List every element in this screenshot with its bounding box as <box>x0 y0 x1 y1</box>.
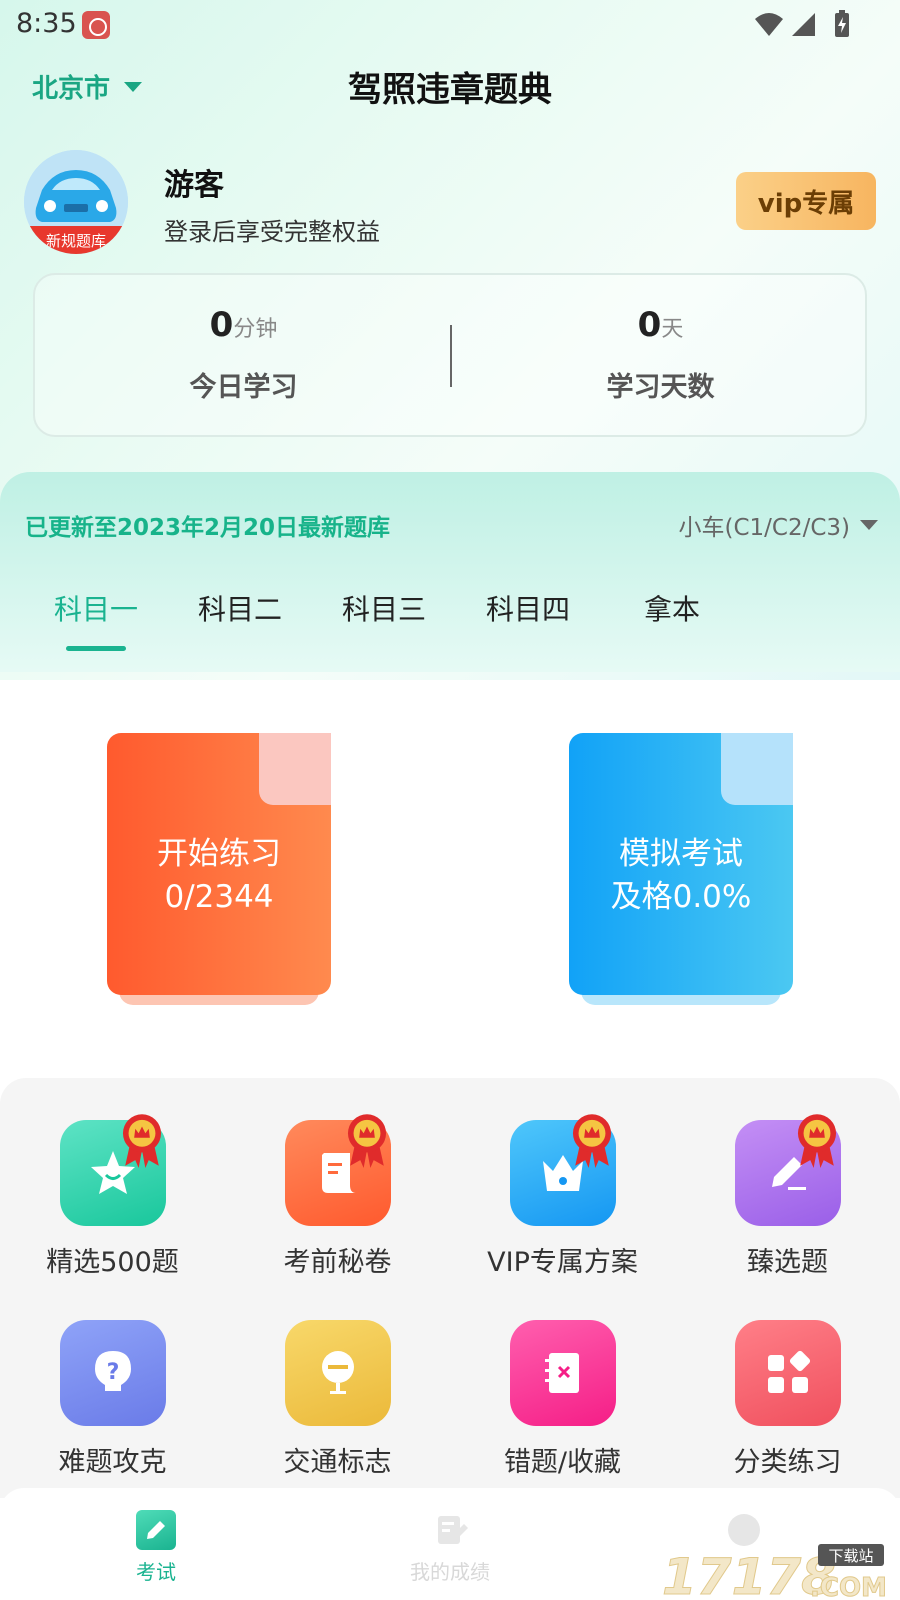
feature-label: 交通标志 <box>283 1447 392 1478</box>
feature-pre-exam-paper[interactable]: 考前秘卷 <box>225 1114 450 1279</box>
caret-down-icon <box>860 520 878 530</box>
study-days-stat: 0天 学习天数 <box>452 305 869 404</box>
page-fold-icon <box>259 733 331 805</box>
study-days-label: 学习天数 <box>606 372 715 403</box>
vip-button[interactable]: vip专属 <box>736 172 876 230</box>
feature-label: 难题攻克 <box>58 1447 167 1478</box>
study-days-value: 0 <box>637 305 662 345</box>
car-type-label: 小车(C1/C2/C3) <box>678 515 850 541</box>
vip-crown-badge-icon <box>797 1114 836 1168</box>
today-study-label: 今日学习 <box>189 372 298 403</box>
feature-category-practice[interactable]: 分类练习 <box>675 1320 900 1479</box>
page-fold-icon <box>721 733 793 805</box>
status-time: 8:35 <box>16 8 77 39</box>
nav-my-scores-label: 我的成绩 <box>410 1560 490 1584</box>
exam-pass-rate: 及格0.0% <box>610 879 752 915</box>
feature-hard-questions[interactable]: ? 难题攻克 <box>0 1320 225 1479</box>
question-bank-update-text: 已更新至2023年2月20日最新题库 <box>25 515 391 541</box>
today-study-unit: 分钟 <box>233 317 278 342</box>
car-avatar-icon: 新规题库 <box>24 150 128 254</box>
avatar[interactable]: 新规题库 <box>24 150 128 254</box>
nav-exam[interactable]: 考试 <box>76 1510 236 1585</box>
practice-title: 开始练习 <box>157 836 281 872</box>
vip-crown-badge-icon <box>347 1114 386 1168</box>
notification-app-icon <box>82 11 110 39</box>
wifi-icon <box>755 13 783 36</box>
sign-icon <box>321 1351 354 1394</box>
svg-text:?: ? <box>106 1360 119 1385</box>
category-icon <box>767 1350 810 1393</box>
exam-title: 模拟考试 <box>619 836 743 872</box>
avatar-caption: 新规题库 <box>46 232 106 250</box>
car-type-selector[interactable]: 小车(C1/C2/C3) <box>678 508 878 542</box>
vip-crown-badge-icon <box>122 1114 161 1168</box>
today-study-value: 0 <box>209 305 234 345</box>
tab-subject-3[interactable]: 科目三 <box>314 588 454 628</box>
feature-label: 精选500题 <box>46 1247 179 1278</box>
user-name[interactable]: 游客 <box>164 160 224 204</box>
feature-vip-plan[interactable]: VIP专属方案 <box>450 1114 675 1279</box>
start-practice-card[interactable]: 开始练习 0/2344 <box>107 733 331 1013</box>
feature-traffic-signs[interactable]: 交通标志 <box>225 1320 450 1479</box>
vip-crown-badge-icon <box>572 1114 611 1168</box>
feature-premium-questions[interactable]: 臻选题 <box>675 1114 900 1279</box>
battery-charging-icon <box>835 10 849 37</box>
page-title: 驾照违章题典 <box>348 70 552 110</box>
login-hint[interactable]: 登录后享受完整权益 <box>164 212 380 247</box>
bulb-icon: ? <box>94 1351 131 1391</box>
tab-subject-4[interactable]: 科目四 <box>458 588 598 628</box>
today-study-stat: 0分钟 今日学习 <box>35 305 452 404</box>
feature-label: 臻选题 <box>747 1247 828 1278</box>
tab-subject-2[interactable]: 科目二 <box>170 588 310 628</box>
nav-my-scores[interactable]: 我的成绩 <box>370 1510 530 1585</box>
feature-label: 考前秘卷 <box>283 1247 392 1278</box>
feature-selected-500[interactable]: 精选500题 <box>0 1114 225 1279</box>
notebook-icon <box>544 1353 579 1393</box>
study-stats-card: 0分钟 今日学习 0天 学习天数 <box>33 273 867 437</box>
feature-label: 分类练习 <box>733 1447 842 1478</box>
practice-progress: 0/2344 <box>164 879 274 915</box>
svg-text:.COM: .COM <box>810 1573 887 1600</box>
signal-icon <box>792 13 815 36</box>
svg-text:下载站: 下载站 <box>828 1547 873 1565</box>
tab-subject-1[interactable]: 科目一 <box>26 588 166 628</box>
status-bar: 8:35 <box>0 0 900 50</box>
mock-exam-card[interactable]: 模拟考试 及格0.0% <box>569 733 793 1013</box>
scores-icon <box>430 1510 470 1550</box>
pencil-icon <box>136 1510 176 1550</box>
feature-mistakes-favorites[interactable]: 错题/收藏 <box>450 1320 675 1479</box>
feature-label: 错题/收藏 <box>503 1447 622 1478</box>
feature-label: VIP专属方案 <box>487 1247 638 1278</box>
study-days-unit: 天 <box>661 317 684 342</box>
watermark-logo: 17178 .COM 下载站 <box>662 1544 887 1600</box>
subject-tabs: 科目一 科目二 科目三 科目四 拿本 <box>0 588 900 651</box>
tab-get-license[interactable]: 拿本 <box>602 588 742 628</box>
active-tab-indicator <box>66 646 126 651</box>
nav-exam-label: 考试 <box>136 1560 176 1584</box>
